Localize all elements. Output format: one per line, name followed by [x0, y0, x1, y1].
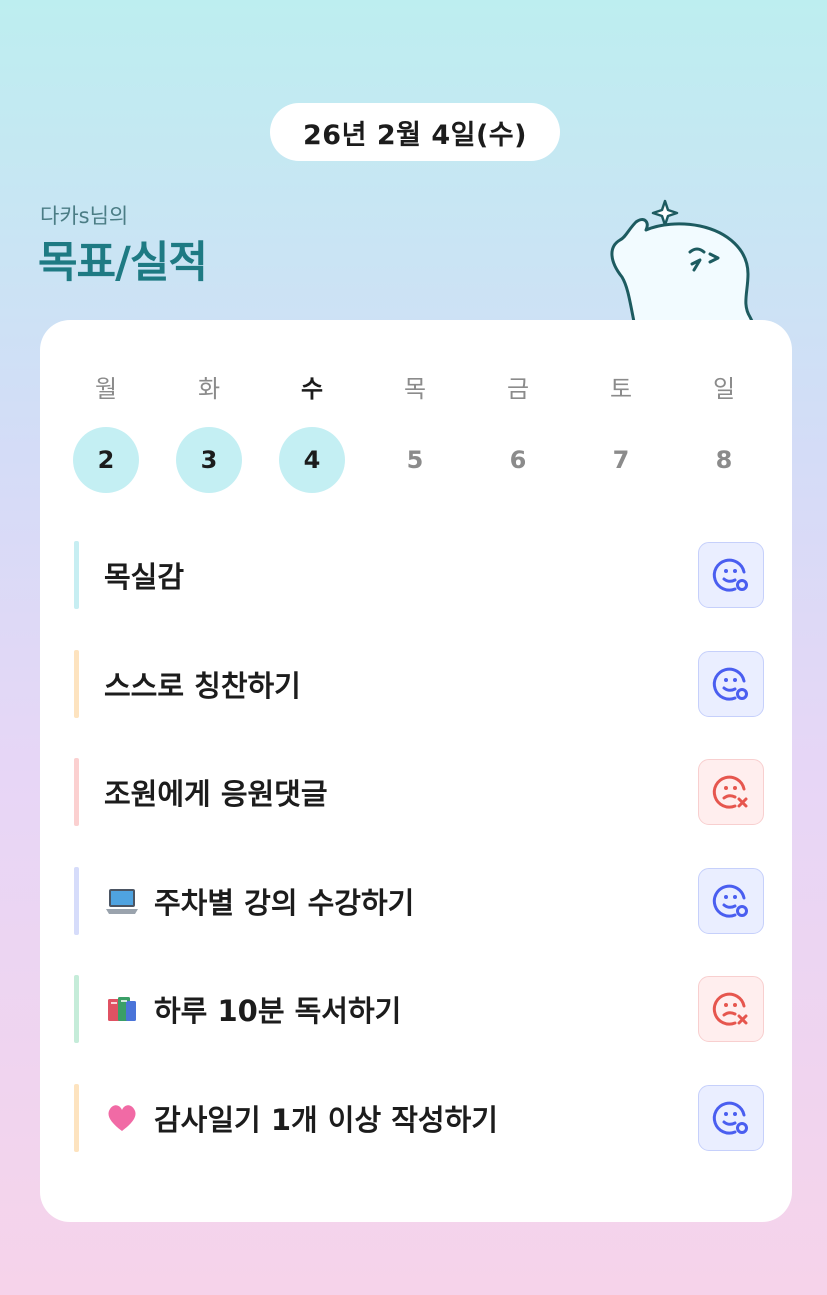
goal-label: 하루 10분 독서하기: [154, 994, 402, 1028]
page-title: 목표/실적: [38, 238, 208, 288]
missed-status-button[interactable]: [698, 976, 764, 1042]
achieved-status-button[interactable]: [698, 542, 764, 608]
goal-accent-bar: [74, 541, 79, 609]
date-text: 26년 2월 4일(수): [303, 119, 527, 151]
achieved-status-button[interactable]: [698, 1084, 764, 1151]
goal-accent-bar: [74, 758, 79, 826]
weekday-label: 월: [94, 374, 118, 403]
goal-card: 월 화 수 목 금 토 일 2345678 목실감스스로 칭찬하기조원에게 응원댓글주차별 …: [40, 320, 792, 1222]
weekday-names-row: 월화수목금토일: [40, 353, 792, 423]
day-date-circle[interactable]: 6: [485, 427, 551, 493]
laptop-icon: [104, 883, 140, 919]
goal-text: 목실감: [104, 541, 184, 609]
achieved-status-button[interactable]: [698, 650, 764, 717]
goal-accent-bar: [74, 866, 79, 935]
goal-text: 감사일기 1개 이상 작성하기: [104, 1084, 498, 1152]
weekday-label: 수: [300, 374, 324, 403]
weekday-label: 금: [506, 374, 530, 403]
goal-label: 조원에게 응원댓글: [104, 777, 328, 811]
day-date-circle[interactable]: 2: [73, 427, 139, 493]
day-date-circle[interactable]: 3: [176, 427, 242, 493]
goal-item[interactable]: 하루 10분 독서하기: [74, 975, 764, 1043]
smile-check-icon: [711, 664, 751, 704]
goal-accent-bar: [74, 649, 79, 718]
goal-label: 감사일기 1개 이상 작성하기: [154, 1102, 498, 1137]
goal-label: 목실감: [104, 560, 185, 594]
goal-text: 주차별 강의 수강하기: [104, 867, 414, 935]
missed-status-button[interactable]: [698, 759, 764, 825]
smile-check-icon: [711, 881, 751, 921]
goal-item[interactable]: 감사일기 1개 이상 작성하기: [74, 1083, 764, 1152]
goal-text: 하루 10분 독서하기: [104, 975, 401, 1043]
goal-item[interactable]: 조원에게 응원댓글: [74, 758, 764, 826]
goal-accent-bar: [74, 975, 79, 1043]
goal-text: 조원에게 응원댓글: [104, 758, 328, 826]
sad-x-icon: [711, 772, 751, 812]
day-date-circle[interactable]: 7: [588, 427, 654, 493]
goal-item[interactable]: 목실감: [74, 541, 764, 609]
owner-label: 다카s님의: [40, 204, 129, 228]
achieved-status-button[interactable]: [698, 867, 764, 934]
goal-accent-bar: [74, 1083, 79, 1152]
weekday-label: 목: [403, 374, 427, 403]
smile-check-icon: [711, 1098, 751, 1138]
weekday-dates-row: 2345678: [40, 427, 792, 497]
day-date-circle[interactable]: 8: [691, 427, 757, 493]
day-date-circle[interactable]: 4: [279, 427, 345, 493]
date-pill[interactable]: 26년 2월 4일(수): [270, 103, 560, 161]
smile-check-icon: [711, 555, 751, 595]
goal-item[interactable]: 스스로 칭찬하기: [74, 649, 764, 718]
weekday-label: 토: [609, 374, 633, 403]
mascot-illustration: [610, 199, 757, 327]
pink-heart-icon: [104, 1100, 140, 1136]
goal-text: 스스로 칭찬하기: [104, 650, 301, 718]
goal-item[interactable]: 주차별 강의 수강하기: [74, 866, 764, 935]
books-icon: [104, 991, 140, 1027]
goal-label: 주차별 강의 수강하기: [154, 885, 415, 920]
goal-label: 스스로 칭찬하기: [104, 668, 301, 703]
weekday-label: 화: [197, 374, 221, 403]
weekday-label: 일: [712, 374, 736, 403]
day-date-circle[interactable]: 5: [382, 427, 448, 493]
sad-x-icon: [711, 989, 751, 1029]
